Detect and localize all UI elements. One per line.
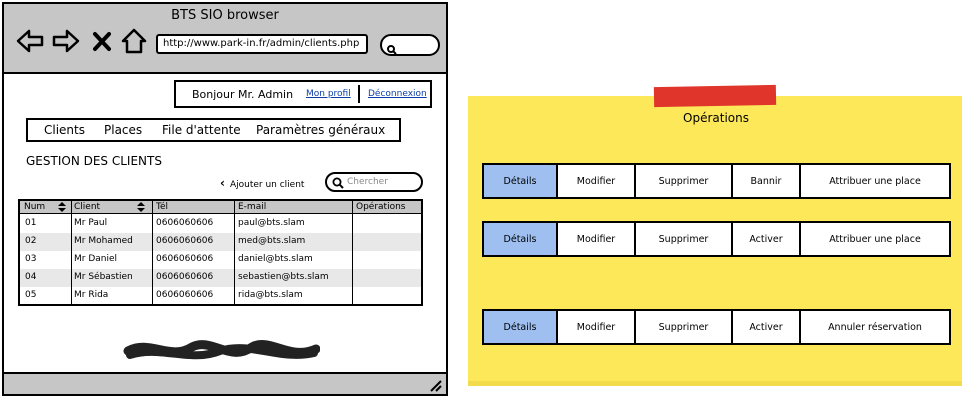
search-icon <box>332 177 344 189</box>
table-header: Num Client Tél E-mail Opérations <box>20 201 421 214</box>
operations-sticky-note: Opérations Détails Modifier Supprimer Ba… <box>468 96 962 386</box>
browser-title: BTS SIO browser <box>171 8 279 23</box>
cell-email: sebastien@bts.slam <box>238 272 329 282</box>
details-button[interactable]: Détails <box>484 311 558 343</box>
cell-client: Mr Rida <box>74 290 109 300</box>
cell-num: 03 <box>25 254 37 264</box>
browser-status-bar <box>4 372 446 394</box>
cell-client: Mr Paul <box>74 218 108 228</box>
assign-place-button[interactable]: Attribuer une place <box>801 165 949 197</box>
address-bar[interactable]: http://www.park-in.fr/admin/clients.php <box>156 34 368 54</box>
column-header-phone[interactable]: Tél <box>156 202 168 212</box>
sort-icon[interactable] <box>136 202 146 212</box>
activate-button[interactable]: Activer <box>733 311 801 343</box>
column-header-client[interactable]: Client <box>74 202 100 212</box>
pagination-scribble <box>120 335 321 365</box>
column-divider <box>152 201 153 304</box>
main-menu: Clients Places File d'attente Paramètres… <box>26 118 401 142</box>
ban-button[interactable]: Bannir <box>733 165 801 197</box>
table-row[interactable]: 05 Mr Rida 0606060606 rida@bts.slam <box>20 287 421 305</box>
sticky-title: Opérations <box>683 111 749 125</box>
edit-button[interactable]: Modifier <box>558 165 636 197</box>
delete-button[interactable]: Supprimer <box>636 311 733 343</box>
table-row[interactable]: 02 Mr Mohamed 0606060606 med@bts.slam <box>20 233 421 251</box>
sort-icon[interactable] <box>57 202 67 212</box>
column-divider <box>352 201 353 304</box>
operations-bar-1: Détails Modifier Supprimer Bannir Attrib… <box>482 163 951 199</box>
menu-item-queue[interactable]: File d'attente <box>162 123 241 137</box>
edit-button[interactable]: Modifier <box>558 311 636 343</box>
column-divider <box>234 201 235 304</box>
cell-client: Mr Mohamed <box>74 236 133 246</box>
details-button[interactable]: Détails <box>484 223 558 255</box>
table-row[interactable]: 01 Mr Paul 0606060606 paul@bts.slam <box>20 215 421 233</box>
cell-client: Mr Sébastien <box>74 272 133 282</box>
add-client-label: Ajouter un client <box>229 180 305 190</box>
chevron-left-icon: ‹ <box>220 176 225 190</box>
table-row[interactable]: 03 Mr Daniel 0606060606 daniel@bts.slam <box>20 251 421 269</box>
menu-item-settings[interactable]: Paramètres généraux <box>256 123 385 137</box>
forward-icon[interactable] <box>52 28 80 54</box>
delete-button[interactable]: Supprimer <box>636 165 733 197</box>
cell-phone: 0606060606 <box>156 290 214 300</box>
table-row[interactable]: 04 Mr Sébastien 0606060606 sebastien@bts… <box>20 269 421 287</box>
activate-button[interactable]: Activer <box>733 223 801 255</box>
cell-num: 02 <box>25 236 37 246</box>
sticky-tape <box>653 84 777 108</box>
column-header-num[interactable]: Num <box>24 202 45 212</box>
delete-button[interactable]: Supprimer <box>636 223 733 255</box>
details-button[interactable]: Détails <box>484 165 558 197</box>
logout-link[interactable]: Déconnexion <box>368 89 427 99</box>
operations-bar-3: Détails Modifier Supprimer Activer Annul… <box>482 309 951 345</box>
clients-table: Num Client Tél E-mail Opérations 01 Mr P… <box>18 199 423 306</box>
cell-email: paul@bts.slam <box>238 218 305 228</box>
cell-email: med@bts.slam <box>238 236 306 246</box>
column-divider <box>71 201 72 304</box>
close-icon[interactable] <box>92 28 112 54</box>
browser-toolbar: BTS SIO browser http://www.park-in.fr/ad… <box>4 4 446 74</box>
edit-button[interactable]: Modifier <box>558 223 636 255</box>
user-header: Bonjour Mr. Admin Mon profil Déconnexion <box>174 80 432 108</box>
home-icon[interactable] <box>120 28 148 54</box>
search-placeholder: Chercher <box>347 177 388 187</box>
cell-phone: 0606060606 <box>156 218 214 228</box>
menu-item-clients[interactable]: Clients <box>44 123 85 137</box>
cancel-reservation-button[interactable]: Annuler réservation <box>801 311 949 343</box>
cell-num: 04 <box>25 272 37 282</box>
assign-place-button[interactable]: Attribuer une place <box>801 223 949 255</box>
page-title: GESTION DES CLIENTS <box>26 154 162 168</box>
add-client-link[interactable]: ‹ Ajouter un client <box>220 176 304 190</box>
client-search-input[interactable]: Chercher <box>325 172 423 192</box>
resize-grip-icon[interactable] <box>427 377 443 393</box>
cell-num: 05 <box>25 290 37 300</box>
menu-item-places[interactable]: Places <box>104 123 142 137</box>
cell-phone: 0606060606 <box>156 272 214 282</box>
cell-email: rida@bts.slam <box>238 290 303 300</box>
column-header-email[interactable]: E-mail <box>238 202 266 212</box>
cell-phone: 0606060606 <box>156 236 214 246</box>
browser-search-box[interactable] <box>380 34 440 56</box>
profile-link[interactable]: Mon profil <box>306 89 351 99</box>
column-header-operations: Opérations <box>356 202 406 212</box>
header-divider <box>358 85 360 103</box>
cell-client: Mr Daniel <box>74 254 118 264</box>
cell-phone: 0606060606 <box>156 254 214 264</box>
cell-num: 01 <box>25 218 37 228</box>
search-icon <box>387 40 397 55</box>
greeting-text: Bonjour Mr. Admin <box>192 88 294 101</box>
operations-bar-2: Détails Modifier Supprimer Activer Attri… <box>482 221 951 257</box>
back-icon[interactable] <box>16 28 44 54</box>
cell-email: daniel@bts.slam <box>238 254 313 264</box>
